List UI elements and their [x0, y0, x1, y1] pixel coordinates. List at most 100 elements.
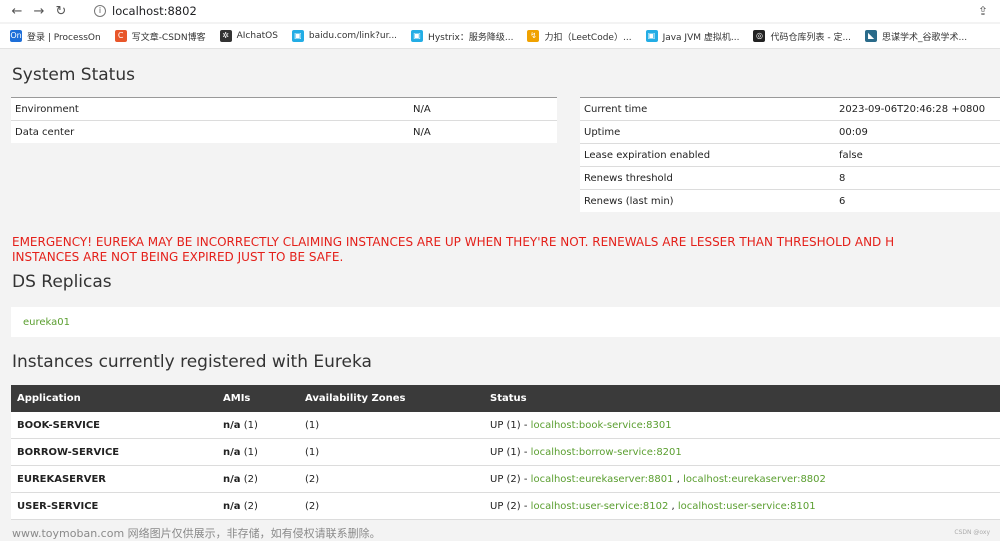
instance-link[interactable]: localhost:user-service:8102 [531, 501, 669, 512]
status-value: 6 [835, 189, 1000, 212]
instance-row: BORROW-SERVICE n/a (1) (1) UP (1) - localho… [11, 438, 1000, 466]
instances-table: Application AMIs Availability Zones Stat… [11, 385, 1000, 520]
bookmark-label: 思谋学术_谷歌学术... [882, 32, 968, 43]
bookmark-item[interactable]: ◎ 代码仓库列表 - 定... [753, 30, 851, 43]
status-key: Current time [580, 97, 835, 121]
instance-zones: (2) [299, 492, 484, 520]
status-value: 00:09 [835, 120, 1000, 144]
col-amis: AMIs [217, 385, 299, 412]
status-key: Environment [11, 97, 409, 121]
instance-amis: n/a (1) [217, 412, 299, 439]
emergency-warning: EMERGENCY! EUREKA MAY BE INCORRECTLY CLA… [12, 235, 1000, 265]
status-row: Renews (last min) 6 [580, 189, 1000, 212]
instances-header-row: Application AMIs Availability Zones Stat… [11, 385, 1000, 412]
ami-count: (2) [240, 500, 258, 512]
instance-zones: (1) [299, 438, 484, 466]
address-bar[interactable]: i localhost:8802 [94, 4, 197, 18]
ds-replicas-list: eureka01 [11, 307, 1000, 337]
instance-amis: n/a (2) [217, 492, 299, 520]
csdn-icon: C [114, 30, 127, 42]
share-icon[interactable]: ⇪ [978, 4, 988, 18]
bookmarks-bar: On 登录 | ProcessOn C 写文章-CSDN博客 ✲ AIchatOS ▣ bai… [0, 24, 1000, 49]
link-separator: , [673, 473, 684, 485]
bookmark-item[interactable]: ▣ Hystrix：服务降级... [411, 30, 513, 43]
corner-mark: CSDN @oxy [954, 529, 990, 536]
status-key: Data center [11, 120, 409, 143]
reload-icon[interactable]: ↻ [50, 4, 72, 19]
bookmark-item[interactable]: ✲ AIchatOS [219, 30, 278, 42]
instance-application: BOOK-SERVICE [11, 412, 217, 439]
bilibili-icon: ▣ [411, 30, 424, 42]
bookmark-label: 力扣（LeetCode）... [544, 32, 632, 43]
ami-value: n/a [223, 500, 241, 512]
bookmark-item[interactable]: ◣ 思谋学术_谷歌学术... [865, 30, 967, 43]
system-status-right-table: Current time 2023-09-06T20:46:28 +0800 Upt… [580, 97, 1000, 212]
instance-link[interactable]: localhost:borrow-service:8201 [531, 447, 682, 458]
eureka-dashboard: System Status Environment N/A Data center N… [0, 49, 1000, 541]
scholar-icon: ◣ [865, 30, 878, 42]
status-prefix: UP (2) - [490, 473, 531, 485]
bookmark-label: Hystrix：服务降级... [428, 32, 514, 43]
status-value: N/A [409, 97, 557, 121]
bookmark-item[interactable]: On 登录 | ProcessOn [10, 30, 101, 43]
link-separator: , [668, 500, 678, 512]
status-key: Renews (last min) [580, 189, 835, 212]
ami-value: n/a [223, 473, 241, 485]
instance-row: BOOK-SERVICE n/a (1) (1) UP (1) - localhost… [11, 412, 1000, 439]
bilibili-icon: ▣ [291, 30, 304, 42]
forward-arrow-icon[interactable]: → [28, 4, 50, 19]
ami-count: (2) [240, 473, 258, 485]
site-info-icon[interactable]: i [94, 5, 106, 17]
status-key: Renews threshold [580, 166, 835, 190]
coding-icon: ◎ [753, 30, 766, 42]
status-value: 2023-09-06T20:46:28 +0800 [835, 97, 1000, 121]
ds-replicas-title: DS Replicas [12, 272, 112, 292]
bookmark-item[interactable]: ↯ 力扣（LeetCode）... [527, 30, 632, 43]
bookmark-label: Java JVM 虚拟机... [662, 32, 740, 43]
address-text: localhost:8802 [112, 4, 197, 18]
bookmark-label: 写文章-CSDN博客 [131, 32, 206, 43]
instances-title: Instances currently registered with Eure… [12, 352, 372, 372]
bilibili-icon: ▣ [645, 30, 658, 42]
instance-link[interactable]: localhost:eurekaserver:8801 [531, 474, 674, 485]
status-row: Renews threshold 8 [580, 166, 1000, 190]
bookmark-label: 代码仓库列表 - 定... [770, 32, 852, 43]
status-key: Lease expiration enabled [580, 143, 835, 167]
instance-link[interactable]: localhost:book-service:8301 [531, 420, 672, 431]
instance-status: UP (2) - localhost:eurekaserver:8801 , l… [484, 465, 1000, 493]
instance-amis: n/a (1) [217, 438, 299, 466]
instance-application: EUREKASERVER [11, 465, 217, 493]
instance-row: USER-SERVICE n/a (2) (2) UP (2) - localhost… [11, 492, 1000, 520]
status-value: N/A [409, 120, 557, 143]
watermark-text: www.toymoban.com 网络图片仅供展示，非存储，如有侵权请联系删除。 [12, 527, 381, 540]
emergency-line-1: EMERGENCY! EUREKA MAY BE INCORRECTLY CLA… [12, 235, 895, 249]
system-status-left-table: Environment N/A Data center N/A [11, 97, 557, 143]
status-row: Lease expiration enabled false [580, 143, 1000, 167]
bookmark-item[interactable]: ▣ baidu.com/link?ur... [291, 30, 397, 42]
openai-icon: ✲ [219, 30, 232, 42]
instance-status: UP (1) - localhost:book-service:8301 [484, 412, 1000, 439]
leetcode-icon: ↯ [527, 30, 540, 42]
bookmark-item[interactable]: ▣ Java JVM 虚拟机... [645, 30, 740, 43]
status-row: Uptime 00:09 [580, 120, 1000, 144]
back-arrow-icon[interactable]: ← [6, 4, 28, 19]
col-availability-zones: Availability Zones [299, 385, 484, 412]
instance-link[interactable]: localhost:eurekaserver:8802 [683, 474, 826, 485]
status-prefix: UP (2) - [490, 500, 531, 512]
browser-toolbar: ← → ↻ i localhost:8802 ⇪ [0, 0, 1000, 22]
bookmark-item[interactable]: C 写文章-CSDN博客 [114, 30, 206, 43]
emergency-line-2: INSTANCES ARE NOT BEING EXPIRED JUST TO … [12, 250, 344, 264]
status-row: Current time 2023-09-06T20:46:28 +0800 [580, 97, 1000, 121]
ami-count: (1) [240, 419, 258, 431]
status-key: Uptime [580, 120, 835, 144]
col-application: Application [11, 385, 217, 412]
status-value: 8 [835, 166, 1000, 190]
replica-link[interactable]: eureka01 [23, 317, 70, 328]
instance-zones: (2) [299, 465, 484, 493]
instance-zones: (1) [299, 412, 484, 439]
status-prefix: UP (1) - [490, 419, 531, 431]
instance-link[interactable]: localhost:user-service:8101 [678, 501, 816, 512]
bookmark-label: 登录 | ProcessOn [27, 32, 101, 43]
instance-row: EUREKASERVER n/a (2) (2) UP (2) - localhost… [11, 465, 1000, 493]
ami-value: n/a [223, 446, 241, 458]
